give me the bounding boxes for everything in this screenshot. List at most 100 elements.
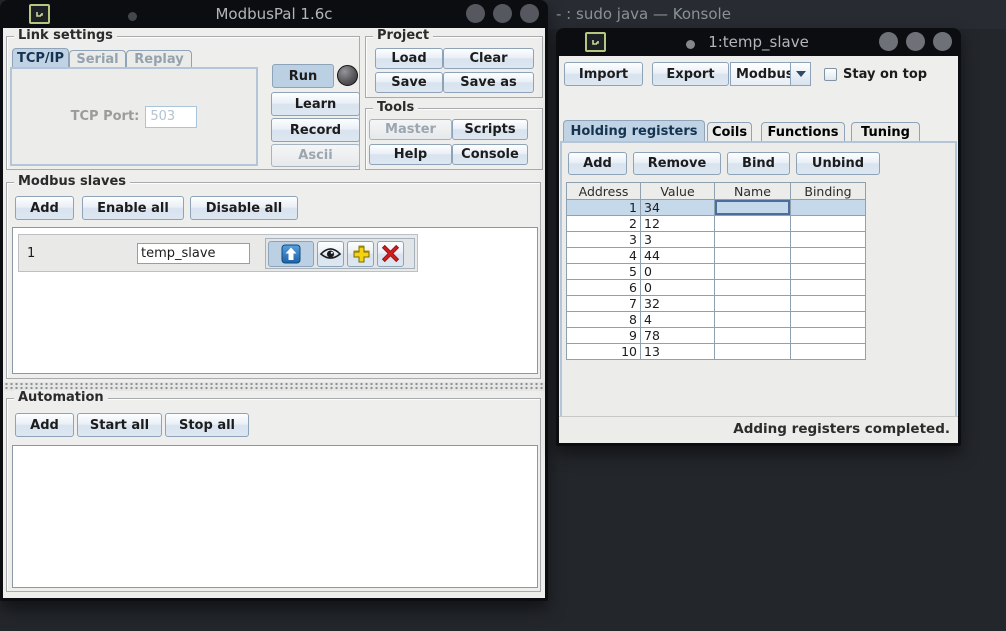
cell-address[interactable]: 3 — [566, 232, 641, 248]
cell-address[interactable]: 9 — [566, 328, 641, 344]
cell-binding[interactable] — [791, 200, 866, 216]
master-button[interactable]: Master — [369, 119, 452, 140]
load-button[interactable]: Load — [375, 48, 443, 69]
scripts-button[interactable]: Scripts — [452, 119, 528, 140]
enable-all-button[interactable]: Enable all — [82, 196, 184, 220]
stop-all-button[interactable]: Stop all — [165, 413, 249, 437]
save-as-button[interactable]: Save as — [443, 72, 534, 93]
cell-name[interactable] — [715, 280, 791, 296]
table-row[interactable]: 978 — [566, 328, 866, 344]
cell-name[interactable] — [715, 200, 791, 216]
add-automation-button[interactable] — [347, 241, 374, 267]
table-row[interactable]: 84 — [566, 312, 866, 328]
cell-address[interactable]: 4 — [566, 248, 641, 264]
record-button[interactable]: Record — [271, 118, 360, 142]
cell-binding[interactable] — [791, 312, 866, 328]
console-button[interactable]: Console — [452, 144, 528, 165]
table-row[interactable]: 50 — [566, 264, 866, 280]
cell-value[interactable]: 0 — [641, 264, 715, 280]
learn-button[interactable]: Learn — [271, 92, 360, 116]
tab-replay[interactable]: Replay — [126, 50, 192, 67]
tab-tuning[interactable]: Tuning — [851, 122, 920, 141]
cell-name[interactable] — [715, 328, 791, 344]
slave-add-button[interactable]: Add — [15, 196, 74, 220]
cell-value[interactable]: 13 — [641, 344, 715, 360]
cell-value[interactable]: 12 — [641, 216, 715, 232]
cell-name[interactable] — [715, 248, 791, 264]
cell-binding[interactable] — [791, 296, 866, 312]
table-row[interactable]: 732 — [566, 296, 866, 312]
start-all-button[interactable]: Start all — [77, 413, 162, 437]
cell-name[interactable] — [715, 296, 791, 312]
table-row[interactable]: 444 — [566, 248, 866, 264]
cell-name[interactable] — [715, 312, 791, 328]
tab-tcpip[interactable]: TCP/IP — [12, 48, 69, 67]
cell-address[interactable]: 6 — [566, 280, 641, 296]
col-header-binding[interactable]: Binding — [791, 182, 866, 200]
disable-all-button[interactable]: Disable all — [190, 196, 298, 220]
tab-functions[interactable]: Functions — [761, 122, 845, 141]
minimize-button[interactable] — [879, 32, 898, 51]
stay-on-top-checkbox[interactable] — [824, 68, 837, 81]
ascii-button[interactable]: Ascii — [271, 144, 360, 167]
run-button[interactable]: Run — [272, 64, 334, 88]
combo-arrow-button[interactable] — [790, 62, 811, 86]
view-slave-button[interactable] — [317, 241, 344, 267]
register-remove-button[interactable]: Remove — [633, 152, 721, 175]
cell-address[interactable]: 5 — [566, 264, 641, 280]
cell-name[interactable] — [715, 344, 791, 360]
tab-coils[interactable]: Coils — [707, 122, 752, 141]
cell-address[interactable]: 1 — [566, 200, 641, 216]
cell-address[interactable]: 10 — [566, 344, 641, 360]
cell-binding[interactable] — [791, 216, 866, 232]
delete-slave-button[interactable] — [377, 241, 404, 267]
col-header-value[interactable]: Value — [641, 182, 715, 200]
cell-binding[interactable] — [791, 280, 866, 296]
konsole-titlebar[interactable]: - : sudo java — Konsole — [540, 0, 1006, 29]
table-row[interactable]: 1013 — [566, 344, 866, 360]
save-button[interactable]: Save — [375, 72, 443, 93]
cell-value[interactable]: 78 — [641, 328, 715, 344]
close-button[interactable] — [520, 4, 539, 23]
temp-slave-titlebar[interactable]: 1:temp_slave — [556, 28, 961, 56]
cell-value[interactable]: 32 — [641, 296, 715, 312]
slave-name-input[interactable]: temp_slave — [137, 243, 250, 264]
cell-binding[interactable] — [791, 232, 866, 248]
minimize-button[interactable] — [466, 4, 485, 23]
table-row[interactable]: 134 — [566, 200, 866, 216]
cell-value[interactable]: 3 — [641, 232, 715, 248]
clear-button[interactable]: Clear — [443, 48, 534, 69]
cell-binding[interactable] — [791, 248, 866, 264]
cell-binding[interactable] — [791, 344, 866, 360]
enable-slave-button[interactable] — [268, 241, 314, 267]
register-unbind-button[interactable]: Unbind — [796, 152, 880, 175]
table-row[interactable]: 60 — [566, 280, 866, 296]
col-header-name[interactable]: Name — [715, 182, 791, 200]
modbuspal-titlebar[interactable]: ModbusPal 1.6c — [0, 0, 548, 28]
cell-value[interactable]: 0 — [641, 280, 715, 296]
cell-binding[interactable] — [791, 328, 866, 344]
cell-value[interactable]: 44 — [641, 248, 715, 264]
maximize-button[interactable] — [493, 4, 512, 23]
col-header-address[interactable]: Address — [566, 182, 641, 200]
register-add-button[interactable]: Add — [568, 152, 627, 175]
cell-address[interactable]: 7 — [566, 296, 641, 312]
table-row[interactable]: 33 — [566, 232, 866, 248]
register-bind-button[interactable]: Bind — [727, 152, 790, 175]
automation-add-button[interactable]: Add — [15, 413, 74, 437]
tab-serial[interactable]: Serial — [69, 50, 126, 67]
cell-value[interactable]: 34 — [641, 200, 715, 216]
help-button[interactable]: Help — [369, 144, 452, 165]
cell-name[interactable] — [715, 216, 791, 232]
register-type-combo[interactable]: Modbus — [730, 62, 811, 86]
cell-binding[interactable] — [791, 264, 866, 280]
cell-name[interactable] — [715, 232, 791, 248]
import-button[interactable]: Import — [564, 62, 643, 86]
cell-address[interactable]: 2 — [566, 216, 641, 232]
close-button[interactable] — [933, 32, 952, 51]
tcp-port-field[interactable]: 503 — [145, 106, 197, 128]
cell-name[interactable] — [715, 264, 791, 280]
cell-address[interactable]: 8 — [566, 312, 641, 328]
maximize-button[interactable] — [906, 32, 925, 51]
export-button[interactable]: Export — [652, 62, 729, 86]
